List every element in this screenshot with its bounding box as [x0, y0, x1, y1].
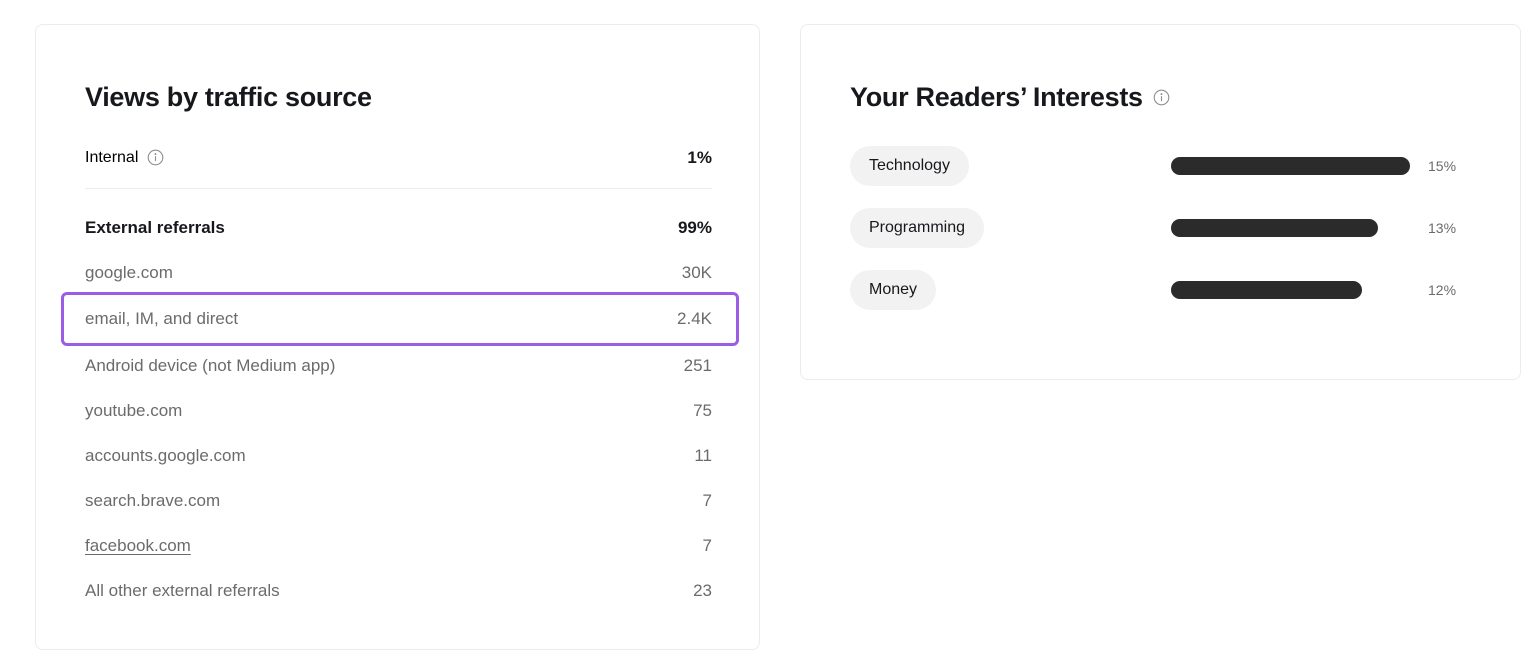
traffic-source-label: email, IM, and direct	[85, 309, 239, 328]
traffic-source-label: All other external referrals	[85, 580, 280, 600]
traffic-source-value: 23	[693, 580, 712, 600]
row-left: Internal	[85, 149, 164, 167]
table-row-internal[interactable]: Internal 1%	[85, 135, 712, 180]
traffic-source-rows: google.com 30K email, IM, and direct 2.4K An…	[61, 250, 739, 613]
interests-title-row: Your Readers’ Interests	[850, 82, 1170, 113]
interest-row: Money 12%	[850, 259, 1475, 321]
traffic-source-value: 2.4K	[677, 309, 712, 328]
traffic-source-value: 30K	[681, 262, 712, 282]
interest-row: Programming 13%	[850, 197, 1475, 259]
interest-bar-track	[1171, 157, 1416, 175]
table-row[interactable]: Android device (not Medium app) 251	[85, 343, 712, 388]
traffic-source-list: Internal 1% External referrals 99% googl…	[61, 135, 739, 613]
info-circle-icon[interactable]	[147, 149, 164, 166]
external-referrals-label: External referrals	[85, 217, 225, 237]
traffic-source-label[interactable]: facebook.com	[85, 536, 191, 556]
interest-bar-zone: 12%	[1171, 281, 1456, 299]
page-title: Views by traffic source	[85, 82, 372, 112]
interests-list: Technology 15% Programming 13% Money 12%	[850, 135, 1475, 321]
info-circle-icon[interactable]	[1153, 89, 1170, 106]
internal-value: 1%	[687, 147, 712, 167]
external-referrals-value: 99%	[677, 217, 712, 237]
traffic-source-label: search.brave.com	[85, 490, 221, 510]
interest-tag-chip[interactable]: Programming	[850, 208, 985, 248]
traffic-source-label: youtube.com	[85, 400, 183, 420]
interest-percent-label: 12%	[1428, 282, 1457, 298]
traffic-source-value: 75	[693, 400, 712, 420]
table-row[interactable]: All other external referrals 23	[85, 568, 712, 613]
interest-bar-track	[1171, 281, 1416, 299]
internal-label: Internal	[85, 148, 139, 166]
interest-tag-chip[interactable]: Money	[850, 270, 937, 310]
table-row[interactable]: search.brave.com 7	[85, 478, 712, 523]
interest-bar-zone: 13%	[1171, 219, 1456, 237]
table-row[interactable]: youtube.com 75	[85, 388, 712, 433]
table-row-external-referrals[interactable]: External referrals 99%	[85, 205, 712, 250]
interests-title: Your Readers’ Interests	[850, 82, 1143, 112]
interest-row: Technology 15%	[850, 135, 1475, 197]
readers-interests-card: Your Readers’ Interests Technology 15% Pro…	[800, 24, 1521, 380]
traffic-source-value: 11	[694, 445, 712, 465]
traffic-source-value: 7	[702, 535, 712, 555]
traffic-source-label: google.com	[85, 262, 173, 282]
table-row[interactable]: facebook.com 7	[85, 523, 712, 568]
table-row[interactable]: accounts.google.com 11	[85, 433, 712, 478]
interest-bar-track	[1171, 219, 1416, 237]
table-row-highlighted[interactable]: email, IM, and direct 2.4K	[61, 292, 739, 346]
interest-bar-fill	[1171, 157, 1410, 175]
interest-tag-chip[interactable]: Technology	[850, 146, 969, 186]
interest-percent-label: 13%	[1428, 220, 1457, 236]
interest-bar-zone: 15%	[1171, 157, 1456, 175]
interest-percent-label: 15%	[1428, 158, 1457, 174]
traffic-source-label: accounts.google.com	[85, 445, 246, 465]
traffic-source-value: 7	[702, 490, 712, 510]
traffic-source-value: 251	[683, 355, 712, 375]
interest-bar-fill	[1171, 219, 1378, 237]
table-row[interactable]: google.com 30K	[85, 250, 712, 295]
interest-bar-fill	[1171, 281, 1362, 299]
traffic-source-label: Android device (not Medium app)	[85, 355, 336, 375]
views-by-traffic-source-card: Views by traffic source Internal 1% Exte	[35, 24, 760, 650]
